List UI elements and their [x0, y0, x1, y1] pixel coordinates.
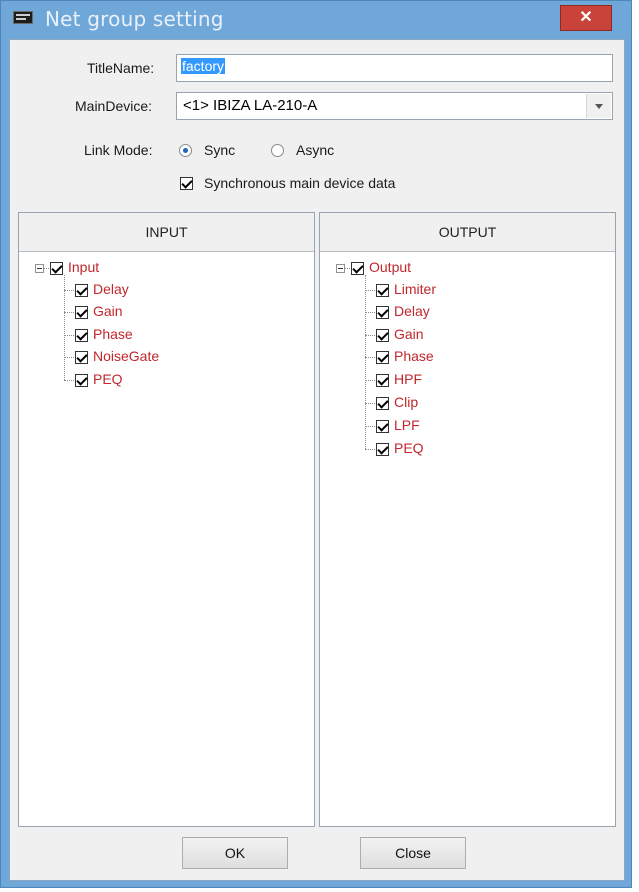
output-gain-label: Gain [394, 326, 424, 342]
tree-connector [365, 449, 375, 450]
chevron-down-icon[interactable] [586, 94, 611, 118]
output-limiter-checkbox[interactable] [376, 284, 389, 297]
output-clip-label: Clip [394, 394, 419, 410]
collapse-icon[interactable] [35, 264, 44, 273]
tree-connector [365, 275, 366, 449]
close-button[interactable]: Close [360, 837, 466, 869]
tree-connector [64, 335, 74, 336]
output-root-checkbox[interactable] [351, 262, 364, 275]
main-device-label: MainDevice: [75, 98, 153, 114]
tree-connector [365, 290, 375, 291]
input-delay-label: Delay [93, 281, 129, 297]
input-panel: INPUT Input Delay Gain Phase NoiseGate P… [18, 212, 315, 827]
main-device-select[interactable]: <1> IBIZA LA-210-A [176, 92, 613, 120]
net-group-setting-dialog: Net group setting ✕ TitleName: factory M… [0, 0, 632, 888]
radio-sync[interactable] [179, 144, 192, 157]
title-name-value: factory [181, 58, 226, 74]
input-noisegate-checkbox[interactable] [75, 351, 88, 364]
output-tree: Output Limiter Delay Gain Phase HPF Clip… [320, 252, 615, 826]
output-peq-checkbox[interactable] [376, 443, 389, 456]
output-hpf-label: HPF [394, 371, 422, 387]
output-panel-header: OUTPUT [320, 213, 615, 252]
dialog-content: TitleName: factory MainDevice: <1> IBIZA… [9, 39, 625, 881]
tree-connector [345, 268, 350, 269]
radio-async-label: Async [296, 142, 335, 158]
tree-connector [365, 403, 375, 404]
tree-connector [64, 380, 74, 381]
input-delay-checkbox[interactable] [75, 284, 88, 297]
output-peq-label: PEQ [394, 440, 424, 456]
tree-connector [365, 312, 375, 313]
input-peq-checkbox[interactable] [75, 374, 88, 387]
sync-main-device-label: Synchronous main device data [204, 175, 396, 191]
input-noisegate-label: NoiseGate [93, 348, 160, 364]
tree-connector [365, 335, 375, 336]
input-root-label: Input [68, 259, 100, 275]
output-phase-label: Phase [394, 348, 434, 364]
input-gain-label: Gain [93, 303, 123, 319]
tree-connector [64, 357, 74, 358]
input-phase-checkbox[interactable] [75, 329, 88, 342]
input-gain-checkbox[interactable] [75, 306, 88, 319]
output-lpf-checkbox[interactable] [376, 420, 389, 433]
tree-connector [44, 268, 49, 269]
window-close-button[interactable]: ✕ [560, 5, 612, 31]
output-lpf-label: LPF [394, 417, 420, 433]
tree-connector [365, 357, 375, 358]
title-name-input[interactable]: factory [176, 54, 613, 82]
output-phase-checkbox[interactable] [376, 351, 389, 364]
sync-main-device-checkbox[interactable] [180, 177, 193, 190]
title-name-label: TitleName: [87, 60, 155, 76]
collapse-icon[interactable] [336, 264, 345, 273]
input-root-checkbox[interactable] [50, 262, 63, 275]
output-panel: OUTPUT Output Limiter Delay Gain Phase H… [319, 212, 616, 827]
output-limiter-label: Limiter [394, 281, 437, 297]
tree-connector [64, 290, 74, 291]
output-delay-checkbox[interactable] [376, 306, 389, 319]
window-title: Net group setting [45, 7, 224, 31]
radio-async[interactable] [271, 144, 284, 157]
tree-connector [365, 426, 375, 427]
output-root-label: Output [369, 259, 412, 275]
input-tree: Input Delay Gain Phase NoiseGate PEQ [19, 252, 314, 826]
output-gain-checkbox[interactable] [376, 329, 389, 342]
input-phase-label: Phase [93, 326, 133, 342]
panels: INPUT Input Delay Gain Phase NoiseGate P… [18, 212, 616, 827]
ok-button[interactable]: OK [182, 837, 288, 869]
output-clip-checkbox[interactable] [376, 397, 389, 410]
input-panel-header: INPUT [19, 213, 314, 252]
tree-connector [64, 312, 74, 313]
main-device-value: <1> IBIZA LA-210-A [183, 97, 318, 114]
radio-sync-label: Sync [204, 142, 236, 158]
title-bar: Net group setting ✕ [1, 1, 631, 39]
output-delay-label: Delay [394, 303, 430, 319]
tree-connector [365, 380, 375, 381]
output-hpf-checkbox[interactable] [376, 374, 389, 387]
link-mode-label: Link Mode: [84, 142, 153, 158]
input-peq-label: PEQ [93, 371, 123, 387]
app-icon [13, 11, 33, 24]
